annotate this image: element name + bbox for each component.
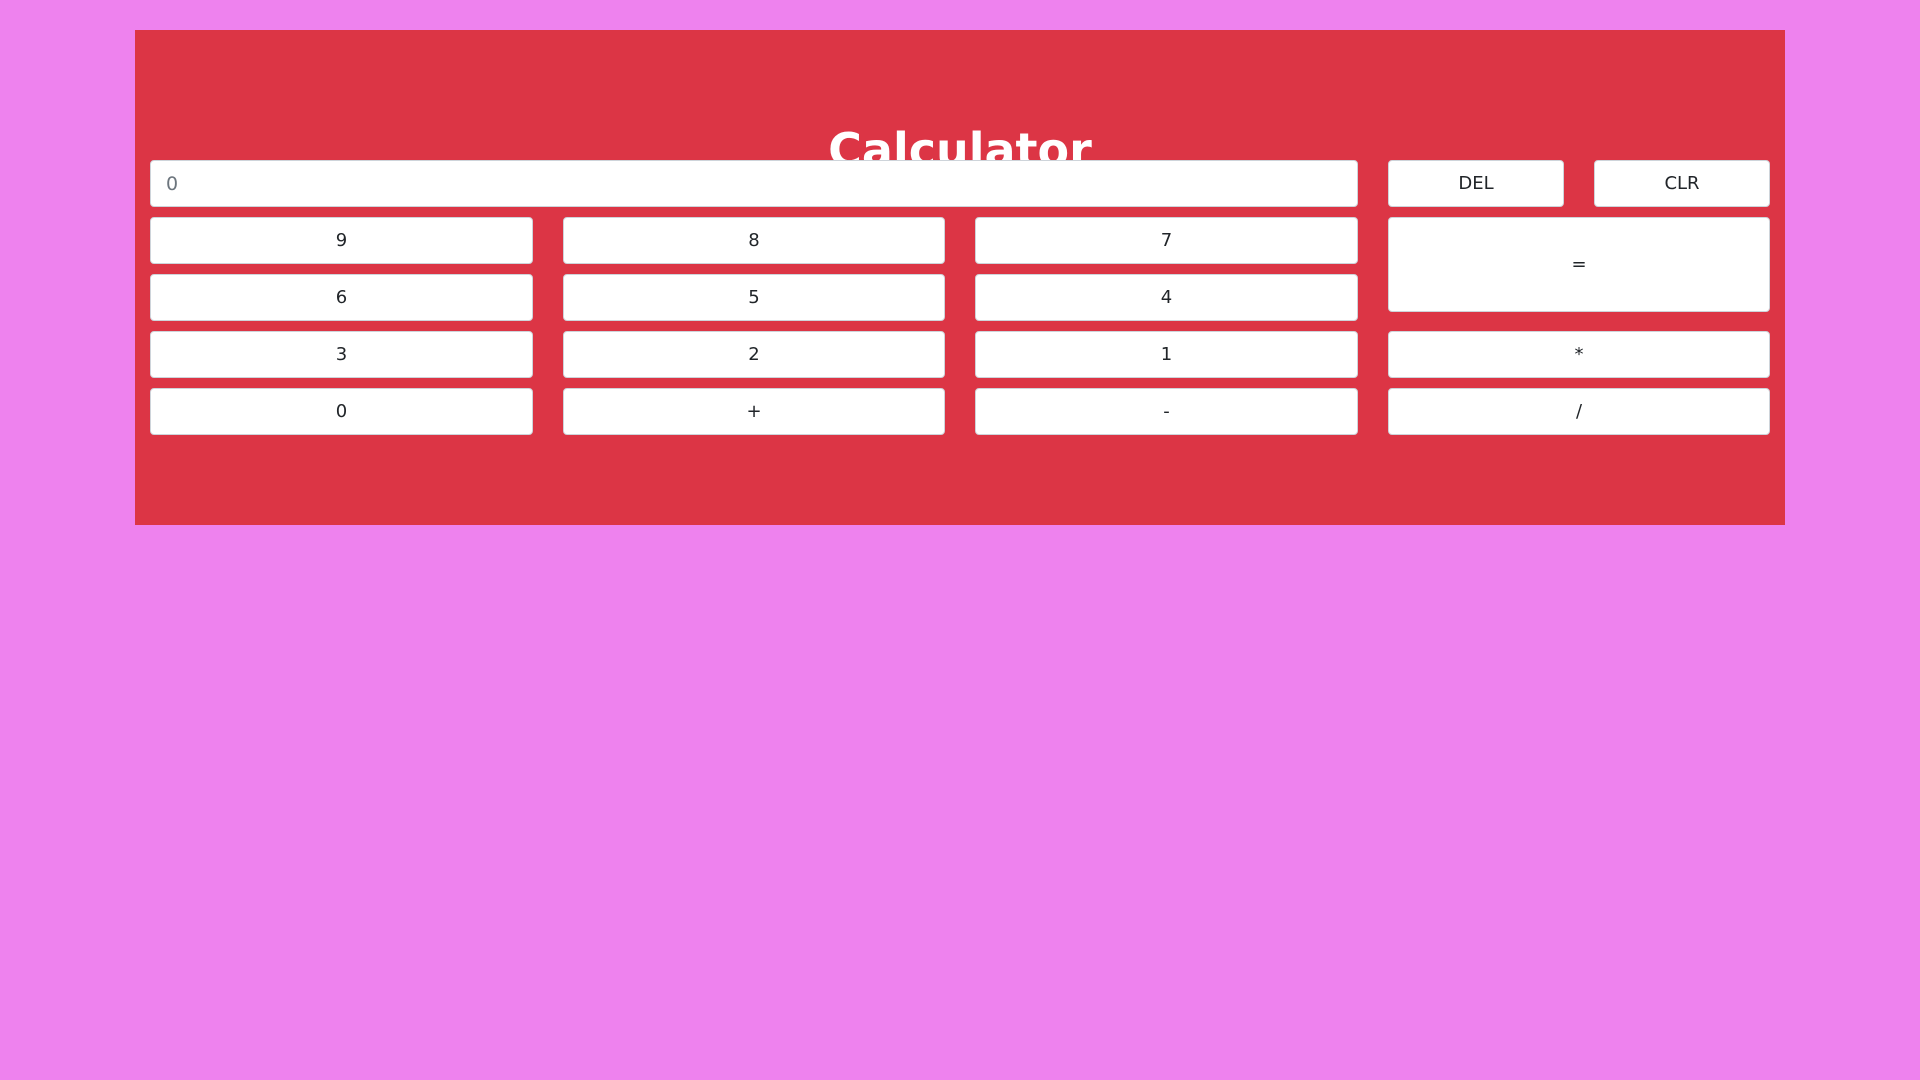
plus-button[interactable]: + bbox=[563, 388, 945, 435]
digit-2-button[interactable]: 2 bbox=[563, 331, 945, 378]
digit-8-button[interactable]: 8 bbox=[563, 217, 945, 264]
clear-button[interactable]: CLR bbox=[1594, 160, 1770, 207]
divide-button[interactable]: / bbox=[1388, 388, 1770, 435]
digit-3-button[interactable]: 3 bbox=[150, 331, 533, 378]
calculator-panel: Calculator DEL CLR 9 8 7 = 6 5 4 3 2 1 *… bbox=[135, 30, 1785, 525]
equals-button[interactable]: = bbox=[1388, 217, 1770, 312]
digit-4-button[interactable]: 4 bbox=[975, 274, 1358, 321]
digit-9-button[interactable]: 9 bbox=[150, 217, 533, 264]
digit-1-button[interactable]: 1 bbox=[975, 331, 1358, 378]
digit-0-button[interactable]: 0 bbox=[150, 388, 533, 435]
minus-button[interactable]: - bbox=[975, 388, 1358, 435]
digit-5-button[interactable]: 5 bbox=[563, 274, 945, 321]
digit-7-button[interactable]: 7 bbox=[975, 217, 1358, 264]
digit-6-button[interactable]: 6 bbox=[150, 274, 533, 321]
delete-button[interactable]: DEL bbox=[1388, 160, 1564, 207]
display-input[interactable] bbox=[150, 160, 1358, 207]
multiply-button[interactable]: * bbox=[1388, 331, 1770, 378]
